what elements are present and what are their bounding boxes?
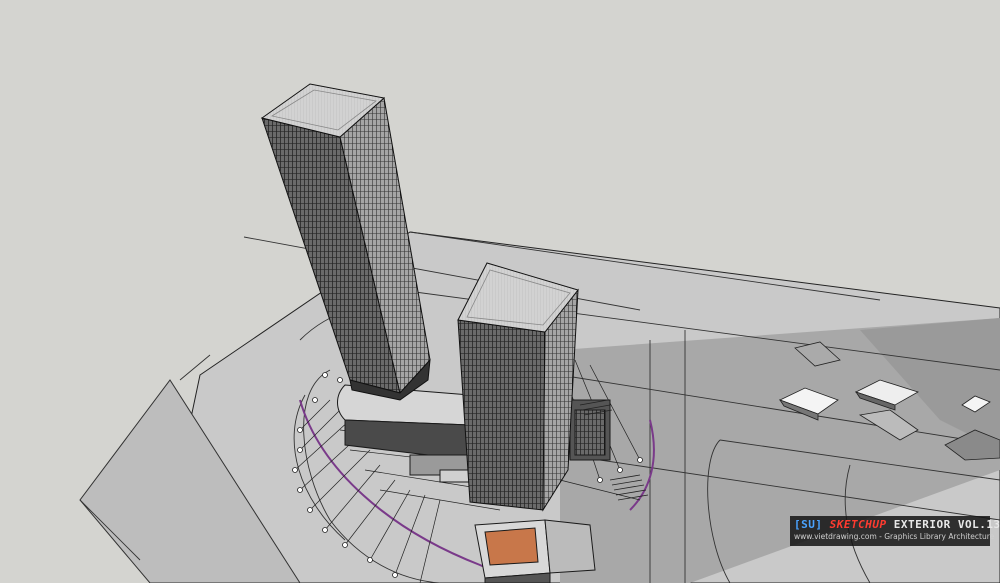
watermark-banner: [SU] SKETCHUP EXTERIOR VOL.13 www.vietdr…: [790, 516, 1000, 546]
watermark-brand: SKETCHUP: [829, 518, 887, 531]
watermark-title: EXTERIOR VOL.13: [893, 518, 1000, 531]
second-tower: [457, 262, 579, 512]
watermark-subtitle: www.vietdrawing.com - Graphics Library A…: [794, 532, 995, 541]
model-viewport[interactable]: [SU] SKETCHUP EXTERIOR VOL.13 www.vietdr…: [0, 0, 1000, 583]
watermark-prefix: [SU]: [794, 518, 823, 531]
